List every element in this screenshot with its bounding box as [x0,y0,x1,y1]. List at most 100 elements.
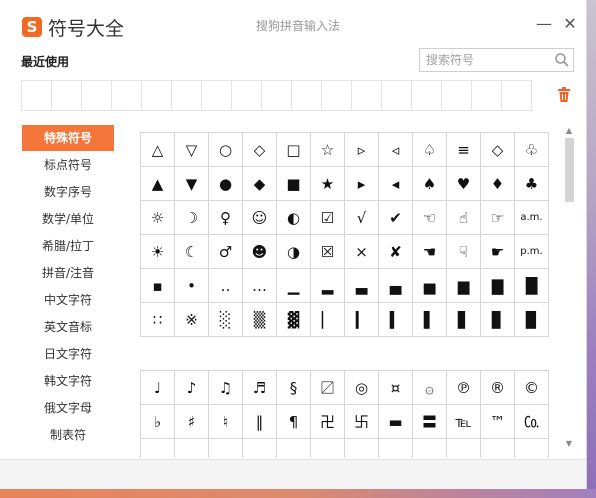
symbol-cell[interactable]: ▋ [447,303,481,337]
recent-slot[interactable] [51,80,82,111]
symbol-cell[interactable]: ® [481,371,515,405]
symbol-cell[interactable]: ♥ [447,167,481,201]
symbol-cell[interactable]: 〓 [413,405,447,439]
symbol-cell[interactable]: × [345,235,379,269]
symbol-cell[interactable]: ▽ [175,133,209,167]
symbol-cell[interactable]: ▓ [277,303,311,337]
symbol-cell[interactable]: ☚ [413,235,447,269]
symbol-cell[interactable]: p.m. [515,235,549,269]
recent-slot[interactable] [501,80,532,111]
symbol-cell[interactable]: ▃ [345,269,379,303]
recent-slot[interactable] [261,80,292,111]
symbol-cell[interactable]: ● [209,167,243,201]
recent-slot[interactable] [231,80,262,111]
recent-slot[interactable] [381,80,412,111]
symbol-cell[interactable]: ░ [209,303,243,337]
symbol-cell[interactable]: ¶ [277,405,311,439]
symbol-cell[interactable]: ㏇ [515,405,549,439]
symbol-cell[interactable]: ™ [481,405,515,439]
symbol-cell[interactable]: ☛ [481,235,515,269]
sidebar-item-math-units[interactable]: 数学/单位 [22,206,114,232]
symbol-cell[interactable]: ♫ [209,371,243,405]
symbol-cell[interactable]: ▆ [447,269,481,303]
recent-slot[interactable] [111,80,142,111]
symbol-cell[interactable] [413,439,447,458]
recent-slot[interactable] [291,80,322,111]
symbol-cell[interactable]: ◇ [243,133,277,167]
symbol-cell[interactable]: ☺ [243,201,277,235]
symbol-cell[interactable]: ◆ [243,167,277,201]
sidebar-item-russian-letters[interactable]: 俄文字母 [22,395,114,421]
sidebar-item-pinyin-zhuyin[interactable]: 拼音/注音 [22,260,114,286]
symbol-cell[interactable]: △ [141,133,175,167]
symbol-cell[interactable]: ◃ [379,133,413,167]
symbol-cell[interactable]: ▉ [515,303,549,337]
symbol-cell[interactable]: √ [345,201,379,235]
symbol-cell[interactable]: ♀ [209,201,243,235]
symbol-cell[interactable] [345,439,379,458]
symbol-cell[interactable]: ♮ [209,405,243,439]
symbol-cell[interactable]: ▲ [141,167,175,201]
symbol-cell[interactable]: ☜ [413,201,447,235]
sidebar-item-chinese-chars[interactable]: 中文字符 [22,287,114,313]
close-button[interactable]: ✕ [561,14,579,34]
symbol-cell[interactable]: ▸ [345,167,379,201]
symbol-cell[interactable]: ☾ [175,235,209,269]
search-box[interactable] [419,48,574,72]
symbol-cell[interactable]: ▹ [345,133,379,167]
symbol-cell[interactable]: ♤ [413,133,447,167]
recent-slot[interactable] [351,80,382,111]
symbol-cell[interactable]: ▂ [311,269,345,303]
sidebar-item-punctuation[interactable]: 标点符号 [22,152,114,178]
symbol-cell[interactable]: ◎ [345,371,379,405]
symbol-cell[interactable]: ◇ [481,133,515,167]
sidebar-item-english-phonetics[interactable]: 英文音标 [22,314,114,340]
symbol-cell[interactable]: ♭ [141,405,175,439]
symbol-cell[interactable]: ○ [209,133,243,167]
symbol-cell[interactable]: ♯ [175,405,209,439]
sidebar-item-greek-latin[interactable]: 希腊/拉丁 [22,233,114,259]
symbol-cell[interactable]: ☽ [175,201,209,235]
symbol-cell[interactable]: ▇ [481,269,515,303]
sidebar-item-korean-chars[interactable]: 韩文字符 [22,368,114,394]
symbol-cell[interactable]: ♣ [515,167,549,201]
symbol-cell[interactable]: ≡ [447,133,481,167]
symbol-cell[interactable]: ✔ [379,201,413,235]
scroll-up-icon[interactable]: ▲ [563,126,575,136]
symbol-cell[interactable]: ▌ [413,303,447,337]
scroll-thumb[interactable] [565,138,574,202]
symbol-cell[interactable]: ☆ [311,133,345,167]
minimize-button[interactable]: — [535,14,553,34]
symbol-cell[interactable]: ▬ [379,405,413,439]
sidebar-item-box-drawing[interactable]: 制表符 [22,422,114,448]
symbol-cell[interactable]: ▎ [345,303,379,337]
symbol-cell[interactable]: ▒ [243,303,277,337]
symbol-cell[interactable]: ♂ [209,235,243,269]
symbol-cell[interactable]: ♬ [243,371,277,405]
symbol-cell[interactable]: ∷ [141,303,175,337]
symbol-cell[interactable]: ♧ [515,133,549,167]
symbol-cell[interactable]: ▁ [277,269,311,303]
recent-slot[interactable] [201,80,232,111]
symbol-cell[interactable]: § [277,371,311,405]
symbol-cell[interactable] [311,439,345,458]
symbol-cell[interactable]: ◂ [379,167,413,201]
symbol-cell[interactable]: 卍 [311,405,345,439]
symbol-cell[interactable]: 卐 [345,405,379,439]
symbol-cell[interactable]: 〼 [311,371,345,405]
symbol-cell[interactable]: … [243,269,277,303]
symbol-cell[interactable]: █ [515,269,549,303]
symbol-cell[interactable] [209,439,243,458]
symbol-cell[interactable]: ♩ [141,371,175,405]
symbol-cell[interactable]: • [175,269,209,303]
symbol-cell[interactable]: ☼ [141,201,175,235]
recent-slot[interactable] [141,80,172,111]
symbol-cell[interactable]: ☑ [311,201,345,235]
symbol-cell[interactable]: ▊ [481,303,515,337]
symbol-cell[interactable] [141,439,175,458]
symbol-cell[interactable] [379,439,413,458]
sidebar-item-japanese-chars[interactable]: 日文字符 [22,341,114,367]
symbol-cell[interactable]: ‥ [209,269,243,303]
symbol-cell[interactable]: ▪ [141,269,175,303]
sidebar-item-special-symbols[interactable]: 特殊符号 [22,125,114,151]
